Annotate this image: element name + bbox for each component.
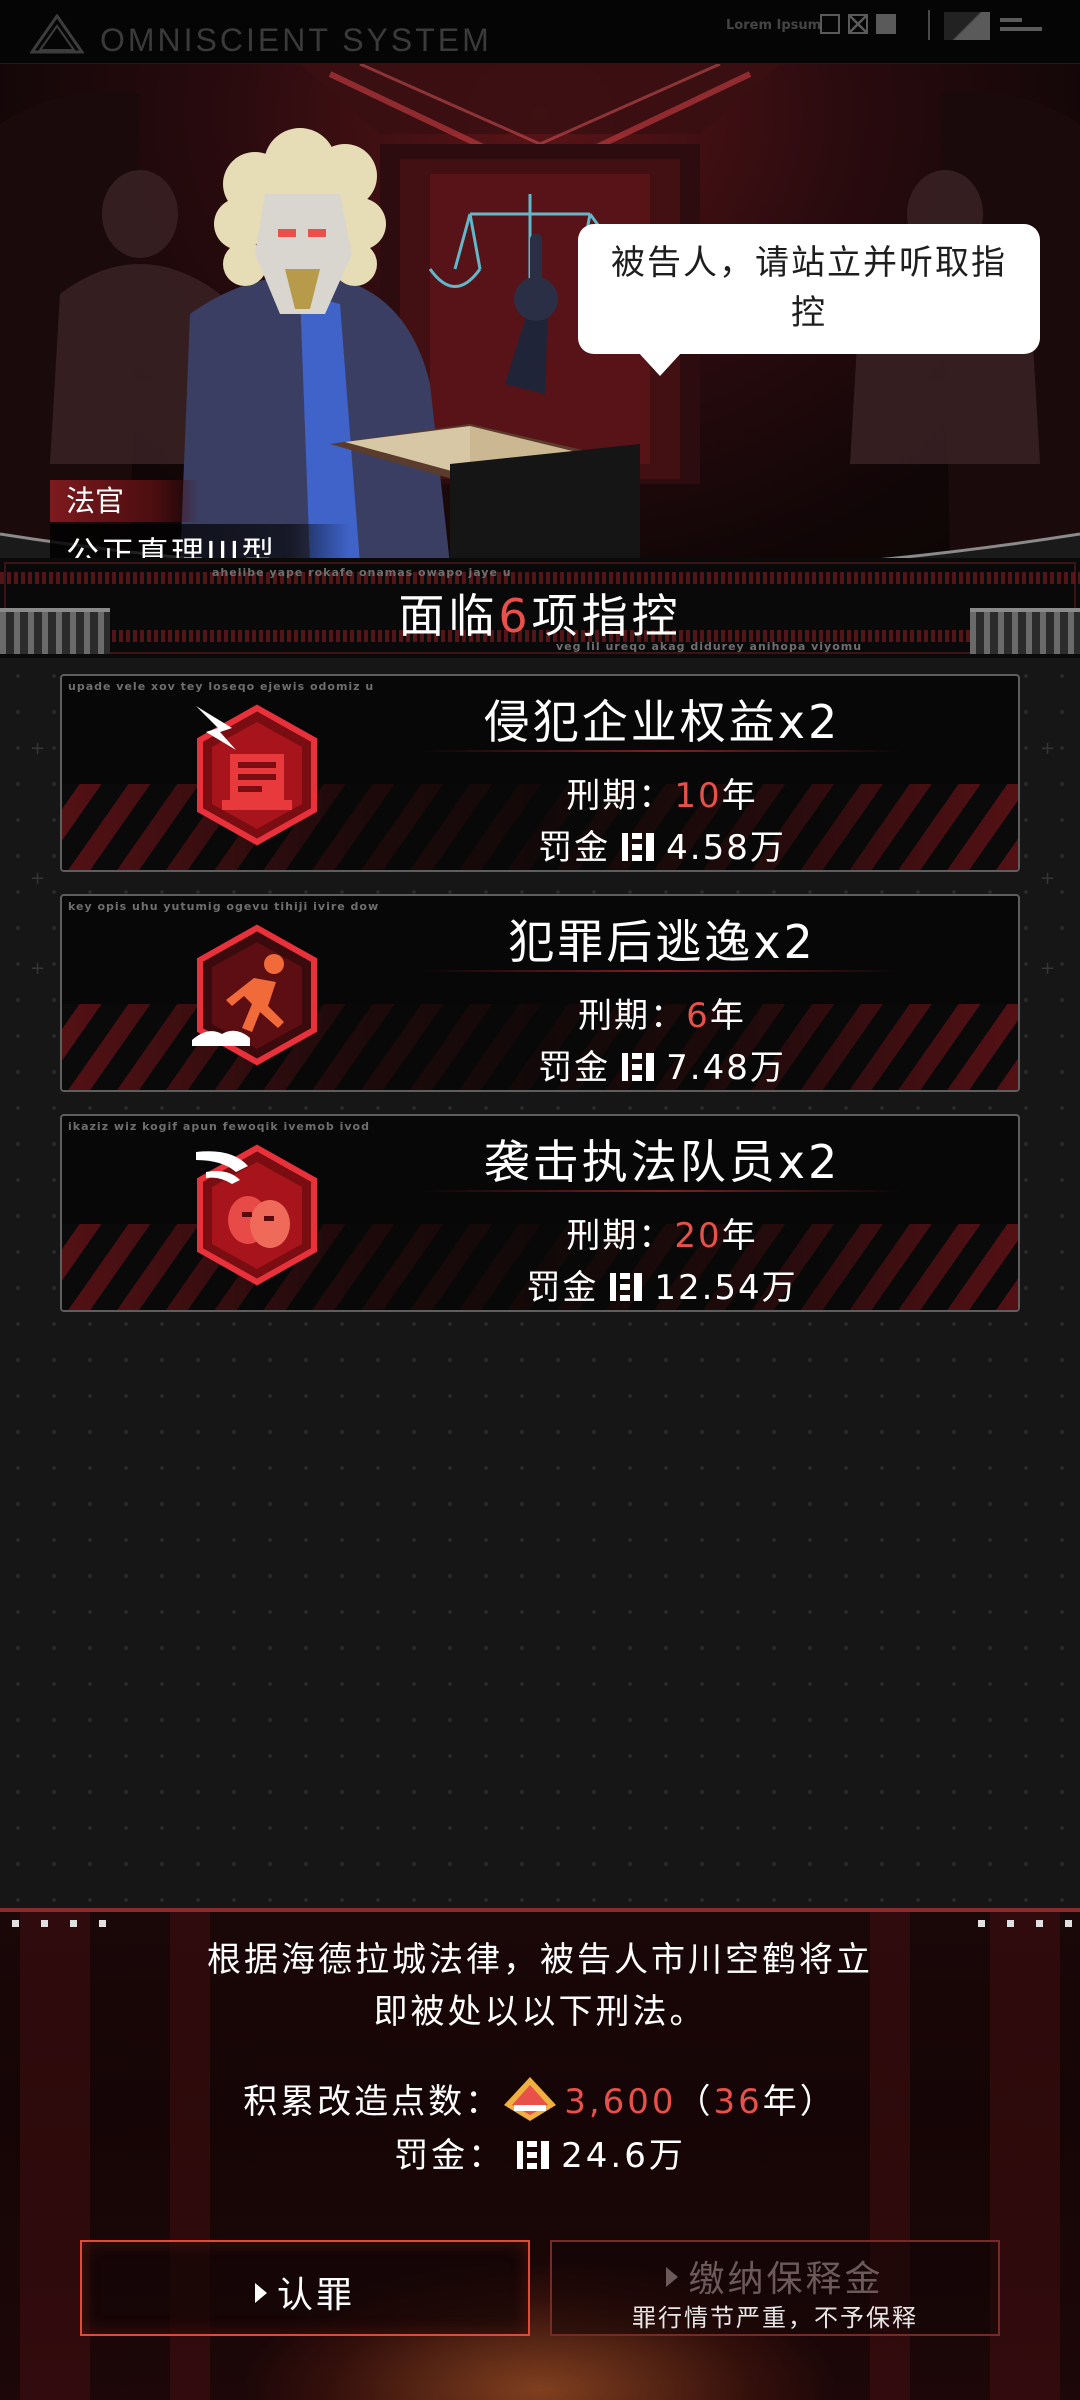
verdict-line-1: 根据海德拉城法律，被告人市川空鹤将立 <box>207 1940 873 1980</box>
fine-label: 罚金 <box>538 1048 611 1088</box>
points-value: 3,600 <box>564 2082 677 2122</box>
charge-card[interactable]: ikaziz wiz kogif apun fewoqik ivemob ivo… <box>60 1114 1020 1312</box>
charge-title: 犯罪后逃逸x2 <box>508 915 816 969</box>
plead-button-label: 认罪 <box>82 2266 528 2318</box>
bail-label-text: 缴纳保释金 <box>688 2259 884 2300</box>
corner-dots-left <box>12 1920 106 1927</box>
term-unit: 年 <box>721 776 758 816</box>
points-row: 积累改造点数： 3,600（36年） <box>0 2074 1080 2123</box>
courtroom-scene: 被告人，请站立并听取指控 法官 公正真理III型 <box>0 64 1080 564</box>
charge-fine: 罚金 7.48万 <box>342 1040 982 1089</box>
points-label: 积累改造点数： <box>243 2082 503 2122</box>
edge-marker: + <box>30 958 46 979</box>
play-arrow-icon <box>254 2283 267 2303</box>
title-underline <box>422 1190 902 1192</box>
edge-marker: + <box>1040 738 1056 759</box>
charge-title: 侵犯企业权益x2 <box>483 695 841 749</box>
charge-term: 刑期：6年 <box>342 988 982 1037</box>
charges-title-prefix: 面临 <box>398 589 499 643</box>
points-paren-open: （ <box>676 2082 714 2122</box>
currency-icon <box>517 2141 550 2169</box>
system-logo-icon <box>30 14 84 54</box>
term-label: 刑期： <box>566 776 675 816</box>
charge-term: 刑期：10年 <box>342 768 982 817</box>
edge-marker: + <box>1040 868 1056 889</box>
system-divider <box>928 10 930 40</box>
charge-fine: 罚金 4.58万 <box>342 820 982 869</box>
banner-micro-text-top: ahelibe yape rokafe onamas owapo jaye u <box>212 566 512 579</box>
system-title: OMNISCIENT SYSTEM <box>100 22 492 58</box>
judge-speech-bubble: 被告人，请站立并听取指控 <box>578 224 1040 376</box>
assault-officer-icon <box>196 1144 317 1286</box>
menu-lines-icon <box>1000 18 1042 36</box>
term-label: 刑期： <box>578 996 687 1036</box>
total-fine-row: 罚金： 24.6万 <box>0 2128 1080 2177</box>
term-unit: 年 <box>709 996 746 1036</box>
fine-label: 罚金 <box>538 828 611 868</box>
currency-icon <box>622 833 655 861</box>
charge-card[interactable]: upade vele xov tey loseqo ejewis odomiz … <box>60 674 1020 872</box>
verdict-panel: 根据海德拉城法律，被告人市川空鹤将立 即被处以以下刑法。 积累改造点数： 3,60… <box>0 1908 1080 2400</box>
charges-title-suffix: 项指控 <box>531 589 682 643</box>
verdict-line-2: 即被处以以下刑法。 <box>373 1992 707 2032</box>
window-close-icon <box>848 14 868 34</box>
card-micro-text: ikaziz wiz kogif apun fewoqik ivemob ivo… <box>68 1120 370 1133</box>
term-value: 10 <box>674 776 722 816</box>
fine-label: 罚金 <box>526 1268 599 1308</box>
edge-marker: + <box>1040 958 1056 979</box>
edge-marker: + <box>30 738 46 759</box>
currency-icon <box>610 1273 643 1301</box>
pay-bail-button[interactable]: 缴纳保释金 罪行情节严重，不予保释 <box>550 2240 1000 2336</box>
window-square-icon <box>820 14 840 34</box>
play-arrow-icon <box>666 2267 679 2287</box>
window-filled-icon <box>876 14 896 34</box>
points-unit: 年 <box>762 2082 800 2122</box>
signal-gadget-icon <box>944 12 990 40</box>
charges-count-title: 面临6项指控 <box>0 580 1080 646</box>
card-micro-text: upade vele xov tey loseqo ejewis odomiz … <box>68 680 375 693</box>
total-fine-label: 罚金： <box>394 2136 506 2176</box>
plead-label-text: 认罪 <box>276 2275 355 2316</box>
charges-list-area: + + + + + + upade vele xov tey loseqo ej… <box>0 658 1080 1908</box>
charge-term: 刑期：20年 <box>342 1208 982 1257</box>
term-value: 6 <box>686 996 710 1036</box>
total-fine-value: 24.6万 <box>561 2136 686 2176</box>
reform-points-icon <box>504 2077 557 2121</box>
card-micro-text: key opis uhu yutumig ogevu tihiji ivire … <box>68 900 380 913</box>
charges-banner: ahelibe yape rokafe onamas owapo jaye u … <box>0 558 1080 658</box>
term-value: 20 <box>674 1216 722 1256</box>
verdict-statement: 根据海德拉城法律，被告人市川空鹤将立 即被处以以下刑法。 <box>0 1934 1080 2038</box>
fine-value: 12.54万 <box>654 1268 798 1308</box>
points-paren-close: ） <box>799 2082 837 2122</box>
charge-title: 袭击执法队员x2 <box>483 1135 841 1189</box>
fine-value: 4.58万 <box>666 828 786 868</box>
plead-guilty-button[interactable]: 认罪 <box>80 2240 530 2336</box>
title-underline <box>422 750 902 752</box>
system-lorem-label: Lorem Ipsum <box>726 18 822 33</box>
term-unit: 年 <box>721 1216 758 1256</box>
title-underline <box>422 970 902 972</box>
points-years: 36 <box>713 2082 763 2122</box>
system-bar: OMNISCIENT SYSTEM Lorem Ipsum <box>0 0 1080 64</box>
currency-icon <box>622 1053 655 1081</box>
fine-value: 7.48万 <box>666 1048 786 1088</box>
bail-denied-note: 罪行情节严重，不予保释 <box>632 2304 918 2332</box>
corporate-rights-icon <box>196 704 317 846</box>
bail-button-label: 缴纳保释金 <box>552 2250 998 2302</box>
charge-card[interactable]: key opis uhu yutumig ogevu tihiji ivire … <box>60 894 1020 1092</box>
charge-fine: 罚金 12.54万 <box>342 1260 982 1309</box>
judge-role-label: 法官 <box>50 480 200 522</box>
term-label: 刑期： <box>566 1216 675 1256</box>
charges-count: 6 <box>498 589 532 643</box>
corner-dots-right <box>978 1920 1072 1927</box>
edge-marker: + <box>30 868 46 889</box>
escape-runner-icon <box>192 924 317 1066</box>
